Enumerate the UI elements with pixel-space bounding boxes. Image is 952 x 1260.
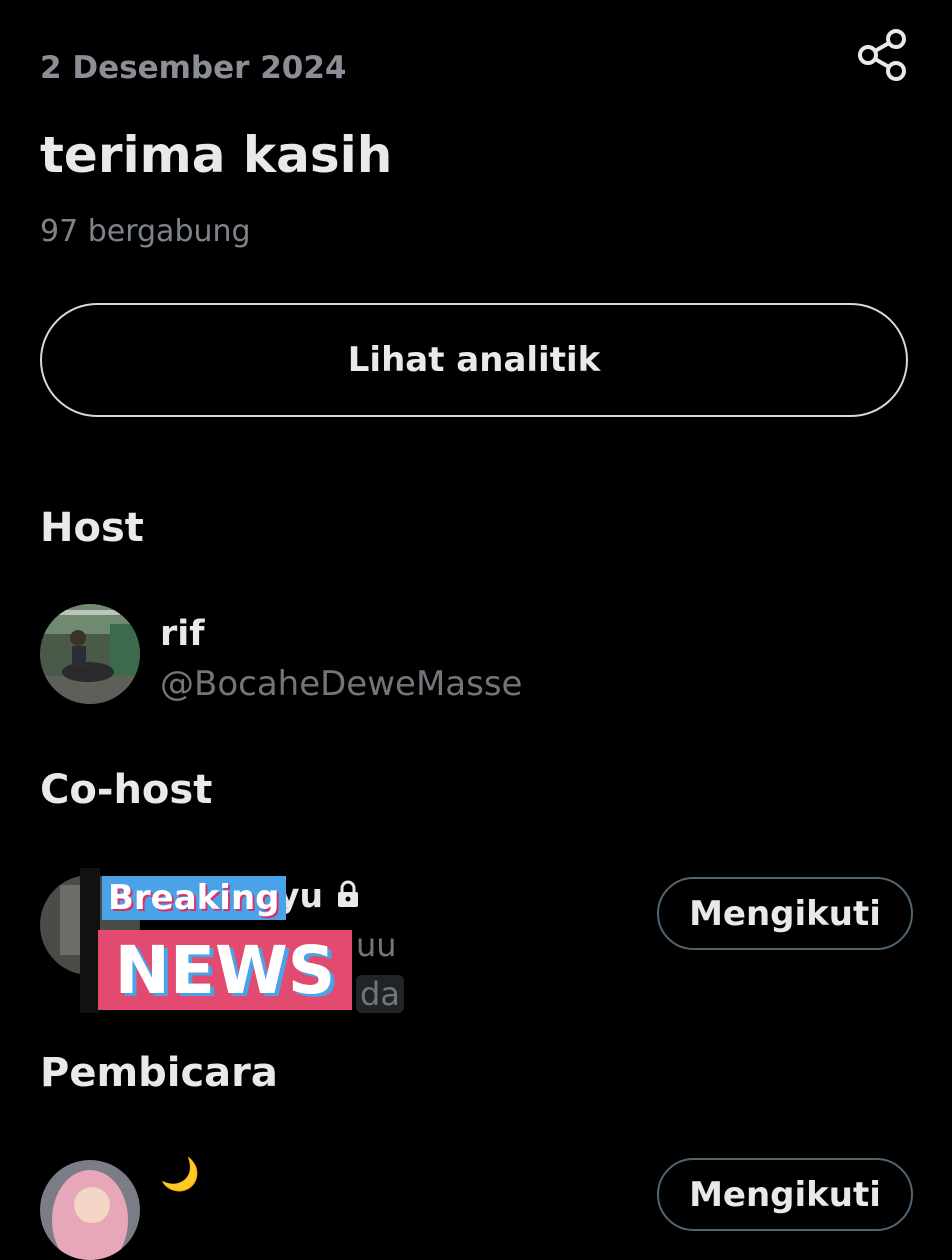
host-name[interactable]: rif — [160, 614, 205, 654]
speakers-heading: Pembicara — [40, 1050, 278, 1096]
space-title: terima kasih — [40, 126, 393, 184]
host-heading: Host — [40, 505, 144, 551]
breaking-news-sticker: Breaking NEWS — [80, 868, 400, 1018]
share-icon[interactable] — [856, 28, 912, 82]
cohost-heading: Co-host — [40, 767, 213, 813]
joined-count: 97 bergabung — [40, 214, 251, 249]
speaker-avatar[interactable] — [40, 1160, 140, 1260]
breaking-label: Breaking — [102, 876, 286, 920]
space-date: 2 Desember 2024 — [40, 50, 347, 86]
news-label: NEWS — [98, 930, 352, 1010]
cohost-follow-button[interactable]: Mengikuti — [657, 877, 913, 950]
speaker-name[interactable]: 🌙 — [160, 1155, 200, 1193]
host-handle[interactable]: @BocaheDeweMasse — [160, 664, 522, 704]
host-avatar[interactable] — [40, 604, 140, 704]
view-analytics-button[interactable]: Lihat analitik — [40, 303, 908, 417]
sticker-bar — [80, 868, 100, 1013]
speaker-follow-button[interactable]: Mengikuti — [657, 1158, 913, 1231]
